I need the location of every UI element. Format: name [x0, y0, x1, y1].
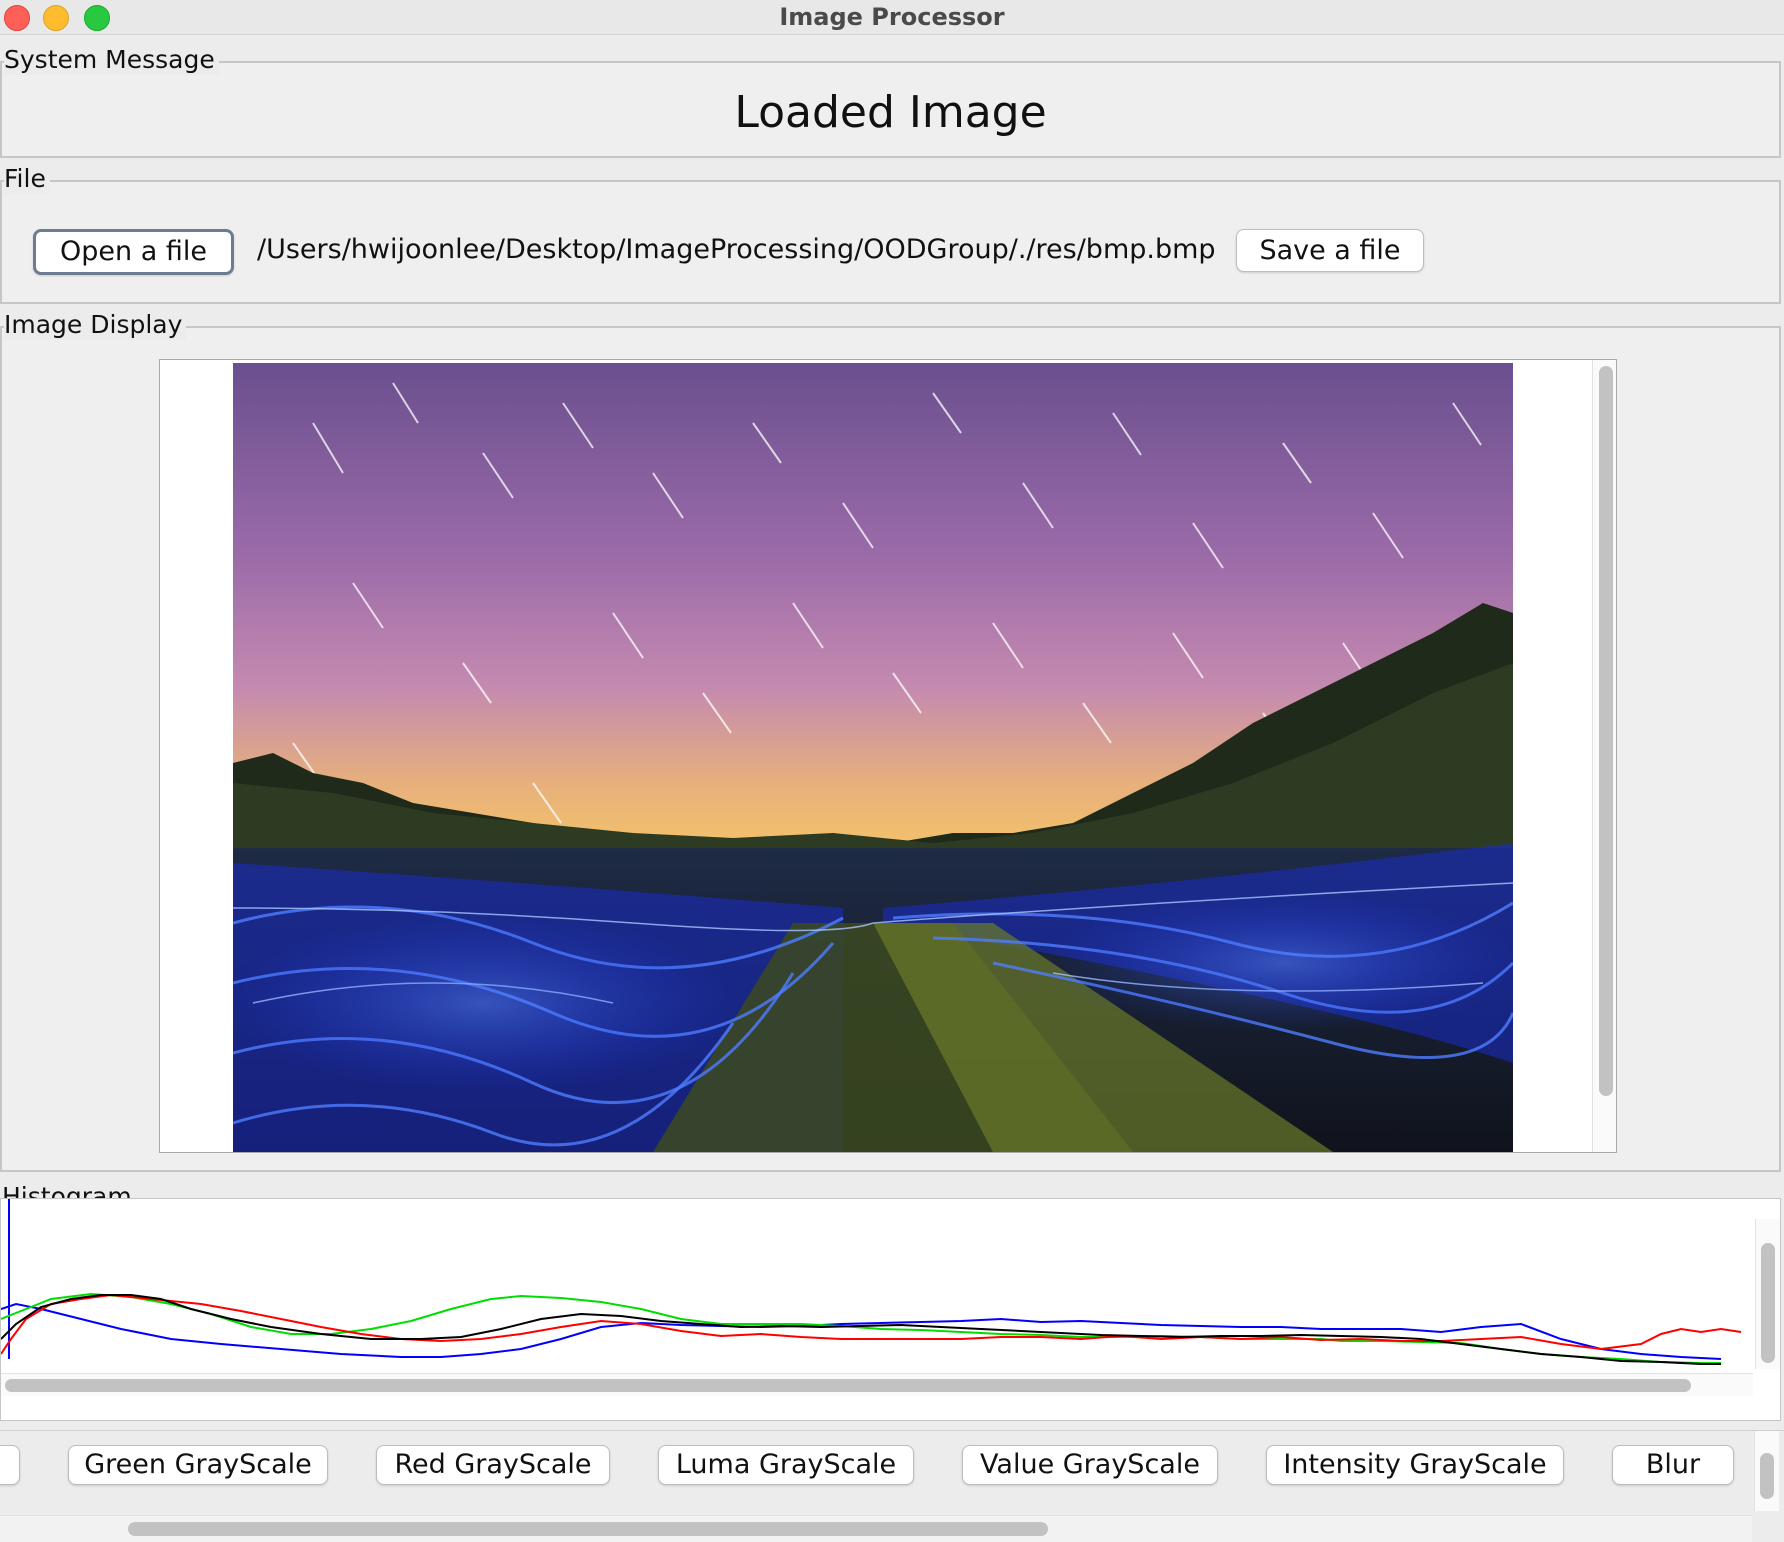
filter-toolbar: Green GrayScale Red GrayScale Luma GrayS… — [0, 1430, 1784, 1542]
toolbar-horizontal-scroll-thumb[interactable] — [128, 1522, 1048, 1536]
histogram-chart — [0, 1198, 1781, 1421]
toolbar-vertical-scroll-thumb[interactable] — [1760, 1453, 1774, 1499]
histogram-plot — [1, 1199, 1742, 1365]
intensity-grayscale-button[interactable]: Intensity GrayScale — [1266, 1445, 1564, 1485]
histogram-blue-line — [1, 1302, 1722, 1360]
file-legend: File — [4, 164, 50, 194]
file-panel: File Open a file /Users/hwijoonlee/Deskt… — [0, 164, 1781, 304]
system-message-text: Loaded Image — [734, 87, 1047, 138]
luma-grayscale-button[interactable]: Luma GrayScale — [658, 1445, 914, 1485]
toolbar-horizontal-scrollbar[interactable] — [0, 1515, 1752, 1542]
histogram-horizontal-scroll-thumb[interactable] — [5, 1379, 1691, 1392]
green-grayscale-button[interactable]: Green GrayScale — [68, 1445, 328, 1485]
histogram-vertical-scroll-thumb[interactable] — [1761, 1243, 1775, 1363]
image-display-legend: Image Display — [4, 310, 187, 340]
histogram-horizontal-scrollbar[interactable] — [1, 1373, 1753, 1396]
value-grayscale-button[interactable]: Value GrayScale — [962, 1445, 1218, 1485]
red-grayscale-button[interactable]: Red GrayScale — [376, 1445, 610, 1485]
title-bar: Image Processor — [0, 0, 1784, 35]
open-file-button[interactable]: Open a file — [33, 229, 234, 275]
image-viewport[interactable] — [159, 359, 1617, 1153]
system-message-legend: System Message — [4, 45, 219, 75]
window-title: Image Processor — [779, 3, 1005, 31]
image-vertical-scroll-thumb[interactable] — [1599, 366, 1613, 1096]
filter-button-partial[interactable] — [0, 1445, 20, 1485]
blur-button[interactable]: Blur — [1612, 1445, 1734, 1485]
save-file-button[interactable]: Save a file — [1236, 229, 1424, 272]
loaded-image — [233, 363, 1513, 1152]
toolbar-vertical-scrollbar[interactable] — [1754, 1431, 1779, 1511]
system-message-panel: System Message Loaded Image — [0, 45, 1781, 158]
image-vertical-scrollbar[interactable] — [1592, 360, 1616, 1152]
histogram-vertical-scrollbar[interactable] — [1755, 1219, 1780, 1369]
file-path-label: /Users/hwijoonlee/Desktop/ImageProcessin… — [257, 234, 1216, 265]
